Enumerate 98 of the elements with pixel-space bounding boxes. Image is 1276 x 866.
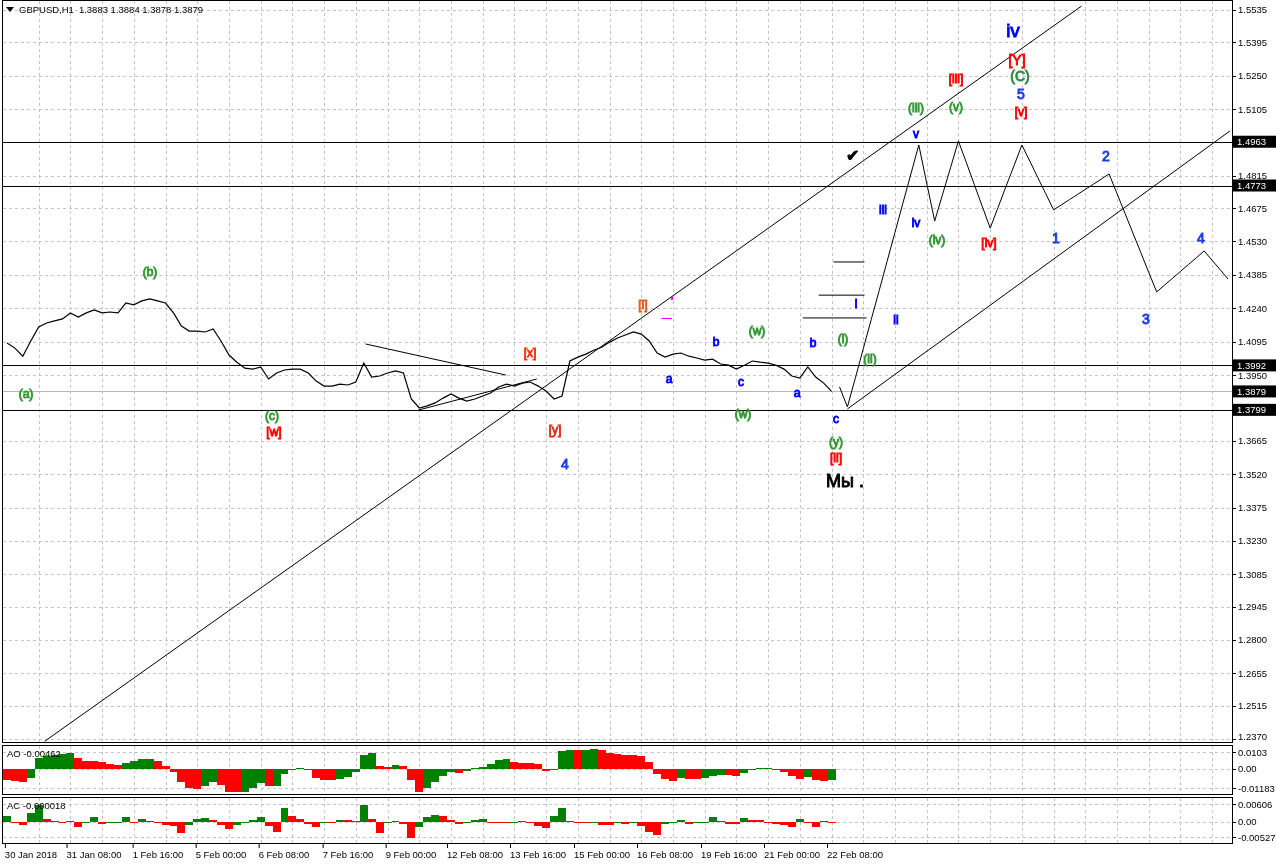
wave-label: 1 (1052, 230, 1060, 246)
axis-label: 1.3085 (1238, 568, 1268, 580)
wave-label: (v) (949, 100, 963, 114)
wave-label: a (665, 372, 673, 386)
axis-label: 1.2655 (1238, 667, 1268, 679)
wave-label: b (712, 335, 720, 349)
axis-label: 1.4815 (1238, 170, 1268, 182)
wave-label: [w] (266, 425, 282, 439)
ref-line-label: 1.3992 (1237, 359, 1267, 371)
time-label: 13 Feb 16:00 (510, 849, 566, 861)
axis-label: 1.4385 (1238, 269, 1268, 281)
axis-label: -0.01183 (1238, 782, 1275, 794)
axis-label: 1.3230 (1238, 535, 1268, 547)
check-icon: ✔ (845, 146, 859, 164)
time-label: 31 Jan 08:00 (66, 849, 122, 861)
price-tag: 1.3992 (1233, 359, 1276, 372)
wave-label: a (793, 386, 801, 400)
time-label: 9 Feb 00:00 (385, 849, 437, 861)
axis-label: 0.00 (1238, 816, 1257, 828)
axis-label: 1.3950 (1238, 369, 1268, 381)
axis-label: 1.4095 (1238, 336, 1268, 348)
wave-label: iv (911, 216, 921, 230)
wave-label: (c) (265, 409, 279, 423)
price-tag: 1.4963 (1233, 135, 1276, 148)
wave-label: 2 (1102, 148, 1110, 164)
ref-line-label: 1.4963 (1237, 136, 1267, 148)
symbol-label: GBPUSD,H1 (19, 4, 74, 15)
axis-label: 1.2515 (1238, 700, 1268, 712)
price-tag: 1.3879 (1233, 385, 1276, 398)
wave-label: (iii) (908, 101, 924, 115)
axis-label: 1.5250 (1238, 70, 1268, 82)
wave-label: [i] (638, 298, 648, 312)
axis-label: 1.4675 (1238, 202, 1268, 214)
wave-label: (C) (1010, 68, 1030, 84)
wave-label: (y) (829, 435, 843, 449)
time-label: 1 Feb 16:00 (132, 849, 184, 861)
marker-line (660, 318, 673, 319)
axis-label: 1.2945 (1238, 601, 1268, 613)
quote-label: 1.3883 1.3884 1.3878 1.3879 (78, 4, 204, 15)
ref-line-label: 1.4773 (1237, 180, 1267, 191)
price-tag: 1.4773 (1233, 179, 1276, 192)
wave-label: 5 (1017, 86, 1025, 102)
time-label: 15 Feb 00:00 (574, 849, 630, 861)
wave-label: iii (879, 203, 887, 217)
indicator-label: AO -0.00462 (7, 748, 61, 759)
wave-label: [ii] (830, 451, 842, 465)
time-label: 5 Feb 00:00 (195, 849, 247, 861)
ref-line-label: 1.3799 (1237, 404, 1267, 416)
time-label: 12 Feb 08:00 (447, 849, 503, 861)
wave-label: 4 (1197, 230, 1205, 246)
time-label: 21 Feb 00:00 (764, 849, 820, 861)
time-label: 30 Jan 2018 (4, 849, 58, 861)
wave-label: [v] (1014, 105, 1028, 119)
wave-label: (i) (837, 332, 849, 346)
wave-label: (w) (734, 407, 752, 421)
axis-label: 0.00 (1238, 763, 1257, 775)
time-label: 6 Feb 08:00 (258, 849, 310, 861)
wave-label: 3 (1142, 311, 1150, 327)
wave-label: (a) (18, 387, 34, 401)
wave-label: (b) (142, 265, 158, 279)
wave-label: [iii] (948, 72, 964, 86)
price-tag: 1.3799 (1233, 403, 1276, 416)
wave-label: 4 (561, 456, 569, 472)
axis-label: 1.4240 (1238, 302, 1268, 314)
wave-label: [Y] (1008, 52, 1026, 68)
chart-note: Мы . (826, 471, 864, 491)
wave-label: c (833, 412, 839, 426)
wave-label: b (809, 336, 817, 350)
axis-label: 1.2370 (1238, 730, 1268, 742)
axis-label: 1.3375 (1238, 502, 1268, 513)
wave-label: [x] (523, 346, 537, 360)
time-label: 19 Feb 16:00 (701, 849, 757, 861)
wave-label: ii (893, 313, 899, 327)
wave-label: [iv] (981, 236, 997, 250)
axis-label: 1.3665 (1238, 435, 1268, 447)
axis-label: 1.5535 (1238, 4, 1268, 16)
wave-label: (ii) (863, 352, 877, 366)
caret-icon (6, 7, 14, 12)
wave-label: [y] (548, 423, 562, 437)
axis-label: 1.5105 (1238, 103, 1268, 115)
axis-label: 0.00606 (1238, 798, 1273, 810)
wave-label: c (738, 375, 744, 389)
time-label: 7 Feb 16:00 (322, 849, 374, 861)
axis-label: 1.4530 (1238, 235, 1268, 247)
ref-line-label: 1.3879 (1237, 385, 1267, 397)
axis-label: 1.3520 (1238, 468, 1268, 480)
time-label: 22 Feb 08:00 (827, 849, 883, 861)
time-label: 16 Feb 08:00 (637, 849, 693, 861)
wave-label: (iv) (928, 233, 946, 247)
wave-label: (w) (748, 324, 766, 338)
wave-label: i (854, 297, 858, 311)
axis-label: 0.0103 (1238, 746, 1268, 758)
wave-label: v (913, 127, 919, 141)
axis-label: 1.2800 (1238, 634, 1268, 646)
indicator-label: AC -0.000018 (7, 800, 66, 811)
axis-label: -0.00527 (1238, 831, 1276, 843)
wave-label: iv (1006, 19, 1020, 41)
axis-label: 1.5395 (1238, 36, 1268, 48)
